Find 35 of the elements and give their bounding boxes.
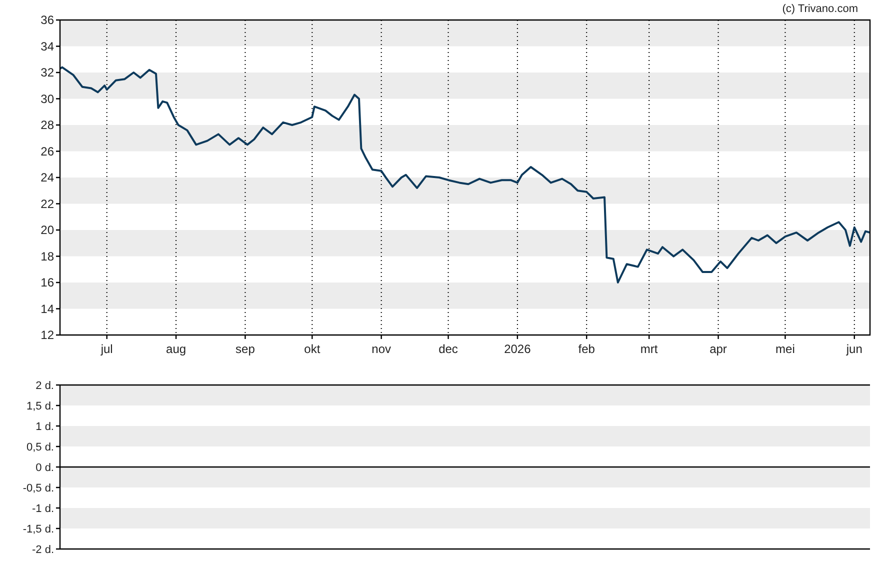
y-axis-label: 14 <box>40 302 54 316</box>
x-axis-label: jul <box>100 342 113 356</box>
y-axis-label: 0,5 d. <box>26 442 54 454</box>
y-axis-label: 18 <box>40 249 54 264</box>
y-axis-label: 1 d. <box>36 421 54 433</box>
x-axis-label: sep <box>236 342 255 356</box>
y-axis-label: 32 <box>40 66 54 80</box>
y-axis-label: 28 <box>40 118 54 132</box>
x-axis-label: feb <box>578 342 595 356</box>
y-axis-label: -1,5 d. <box>22 524 54 536</box>
y-axis-label: 0 d. <box>36 462 54 474</box>
y-axis-label: 36 <box>40 14 54 27</box>
y-axis-label: 26 <box>40 144 54 158</box>
y-axis-label: 24 <box>40 170 54 184</box>
x-axis-label: apr <box>710 342 727 356</box>
y-axis-label: -0,5 d. <box>22 482 54 494</box>
y-axis-label: 20 <box>40 223 54 237</box>
x-axis-label: mrt <box>640 342 658 356</box>
y-axis-label: -1 d. <box>32 503 54 515</box>
copyright-text: (c) Trivano.com <box>782 2 858 14</box>
y-axis-label: 12 <box>40 328 54 342</box>
x-axis-label: okt <box>304 342 320 356</box>
x-axis-label: nov <box>372 342 391 356</box>
y-axis-label: 1,5 d. <box>26 400 54 412</box>
y-axis-label: 22 <box>40 196 54 211</box>
x-axis-label: aug <box>166 342 186 356</box>
x-axis-label: 2026 <box>504 342 531 356</box>
x-axis-label: mei <box>776 342 795 356</box>
y-axis-label: -2 d. <box>32 544 54 556</box>
x-axis-label: dec <box>438 342 458 356</box>
y-axis-label: 16 <box>40 276 54 290</box>
y-axis-label: 30 <box>40 92 54 106</box>
x-axis-label: jun <box>846 342 862 356</box>
y-axis-label: 34 <box>40 39 54 54</box>
y-axis-label: 2 d. <box>36 380 54 392</box>
